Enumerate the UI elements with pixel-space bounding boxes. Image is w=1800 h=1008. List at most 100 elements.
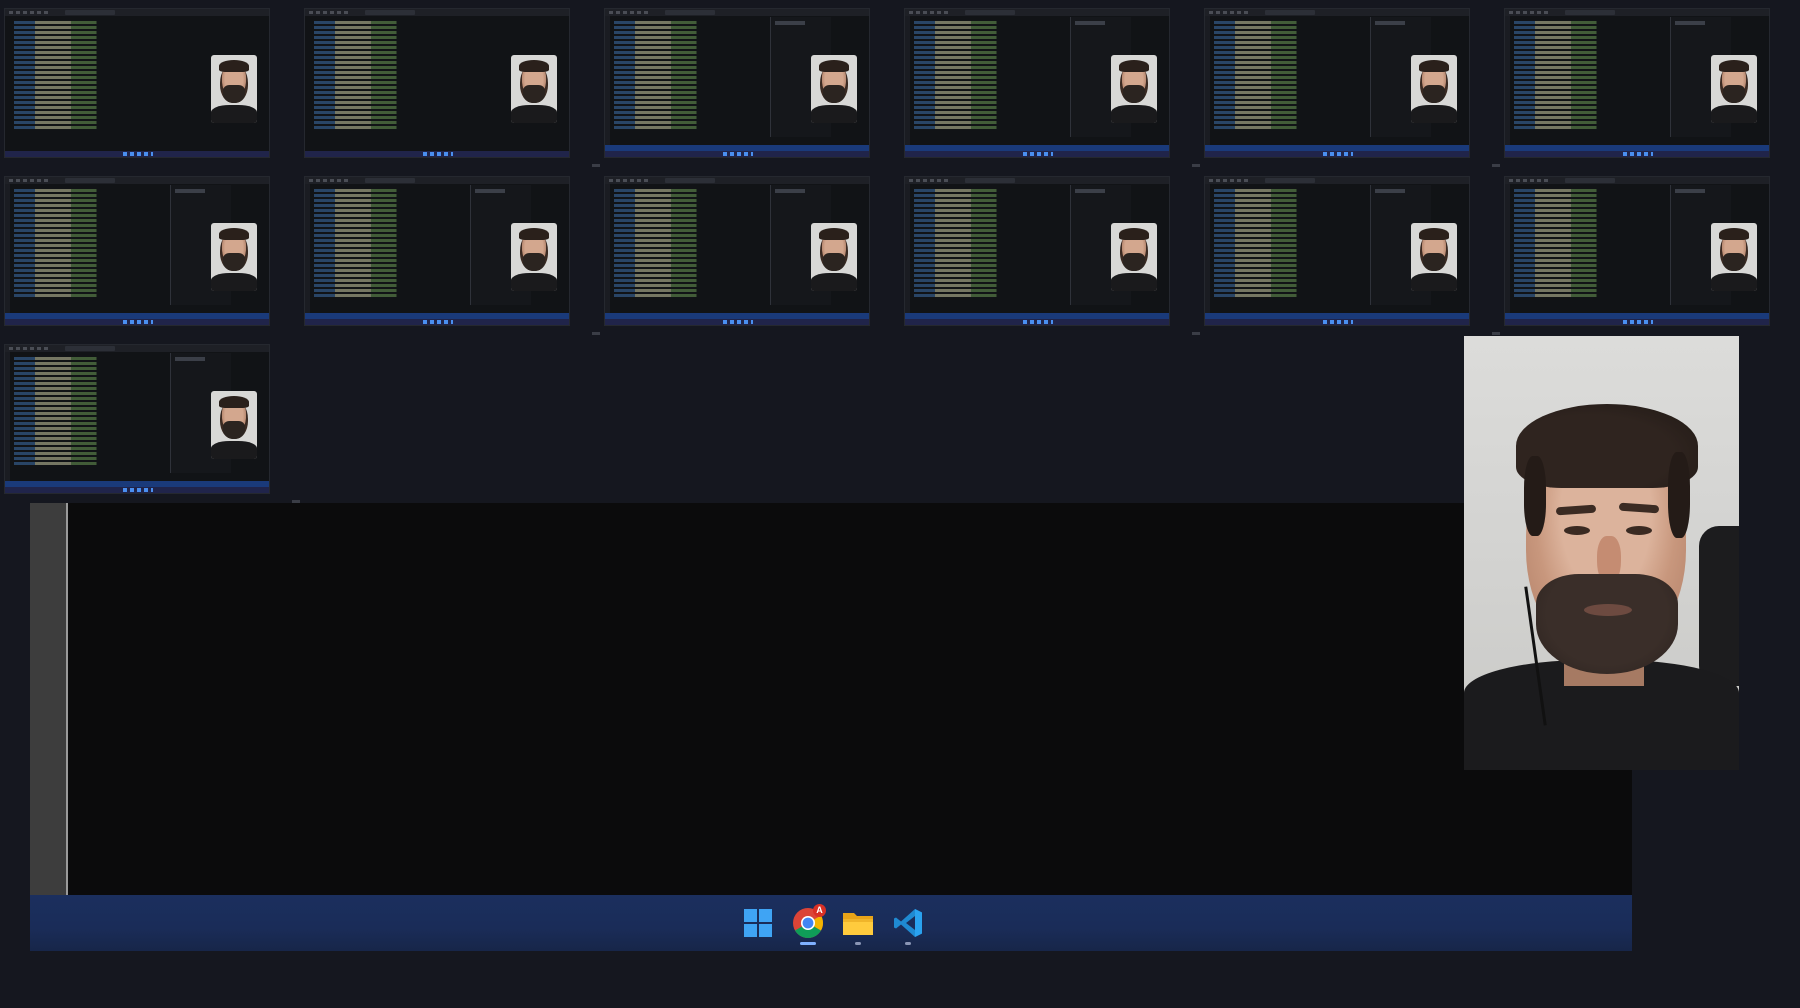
thumbnail-taskbar [5,151,269,157]
thumbnail-code [14,21,164,131]
editor-gutter-divider [66,503,68,895]
divider [592,164,600,167]
thumbnail-titlebar [1505,9,1769,16]
thumbnail-10[interactable] [904,176,1170,326]
thumbnail-sidebar [1505,16,1510,147]
thumbnail-webcam [1111,55,1157,123]
editor-gutter [30,503,66,895]
thumbnail-taskbar [605,319,869,325]
thumbnail-sidebar [1205,16,1210,147]
chrome-notification-badge: A [813,904,826,917]
thumbnail-sidebar [1505,184,1510,315]
thumbnail-titlebar [305,9,569,16]
thumbnail-code [14,189,164,299]
divider [1192,332,1200,335]
thumbnail-webcam [211,223,257,291]
thumbnail-taskbar [1205,319,1469,325]
thumbnail-webcam [1711,223,1757,291]
vscode-button[interactable] [888,903,928,945]
thumbnail-titlebar [1205,9,1469,16]
thumbnail-webcam [1711,55,1757,123]
thumbnail-code [1514,189,1664,299]
divider [1492,164,1500,167]
thumbnail-6[interactable] [1504,8,1770,158]
thumbnail-code [1214,189,1364,299]
file-explorer-icon [843,913,873,935]
thumbnail-titlebar [905,9,1169,16]
thumbnail-taskbar [1205,151,1469,157]
webcam-eye [1564,526,1590,535]
file-explorer-button[interactable] [838,903,878,945]
thumbnail-code [614,21,764,131]
thumbnail-sidebar [1205,184,1210,315]
thumbnail-7[interactable] [4,176,270,326]
windows-start-icon [744,909,772,937]
thumbnail-taskbar [305,319,569,325]
thumbnail-titlebar [5,177,269,184]
webcam-hair-side [1524,456,1546,536]
thumbnail-3[interactable] [604,8,870,158]
thumbnail-taskbar [1505,151,1769,157]
thumbnail-sidebar [605,184,610,315]
thumbnail-9[interactable] [604,176,870,326]
webcam-mouth [1584,604,1632,616]
thumbnail-sidebar [905,184,910,315]
thumbnail-titlebar [605,9,869,16]
divider [592,332,600,335]
chrome-button[interactable]: A [788,903,828,945]
thumbnail-13[interactable] [4,344,270,494]
taskbar: A [30,895,1632,951]
thumbnail-code [1214,21,1364,131]
thumbnail-sidebar [5,352,10,483]
thumbnail-titlebar [5,345,269,352]
thumbnail-code [614,189,764,299]
thumbnail-titlebar [905,177,1169,184]
webcam-hair-side [1668,452,1690,538]
thumbnail-code [914,189,1064,299]
webcam-chair [1699,526,1739,686]
thumbnail-code [1514,21,1664,131]
main-editor-area[interactable] [30,503,1632,895]
thumbnail-sidebar [605,16,610,147]
thumbnail-webcam [1111,223,1157,291]
thumbnail-titlebar [605,177,869,184]
webcam-video [1464,336,1739,770]
thumbnail-2[interactable] [304,8,570,158]
thumbnail-webcam [811,55,857,123]
thumbnail-taskbar [905,151,1169,157]
windows-start-button[interactable] [738,903,778,943]
thumbnail-code [14,357,164,467]
webcam-beard [1536,574,1678,674]
thumbnail-taskbar [605,151,869,157]
thumbnail-sidebar [305,184,310,315]
thumbnail-webcam [1411,55,1457,123]
thumbnail-sidebar [905,16,910,147]
thumbnail-webcam [811,223,857,291]
thumbnail-taskbar [305,151,569,157]
thumbnail-taskbar [5,319,269,325]
thumbnail-webcam [511,223,557,291]
thumbnail-titlebar [305,177,569,184]
thumbnail-webcam [511,55,557,123]
thumbnail-titlebar [1505,177,1769,184]
thumbnail-webcam [211,391,257,459]
thumbnail-12[interactable] [1504,176,1770,326]
thumbnail-11[interactable] [1204,176,1470,326]
thumbnail-taskbar [905,319,1169,325]
thumbnail-4[interactable] [904,8,1170,158]
divider [1192,164,1200,167]
thumbnail-code [314,189,464,299]
thumbnail-5[interactable] [1204,8,1470,158]
divider [1492,332,1500,335]
vscode-icon [894,909,922,937]
thumbnail-code [914,21,1064,131]
thumbnail-webcam [211,55,257,123]
thumbnail-1[interactable] [4,8,270,158]
thumbnail-taskbar [1505,319,1769,325]
thumbnail-code [314,21,464,131]
thumbnail-sidebar [5,184,10,315]
webcam-eye [1626,526,1652,535]
thumbnail-8[interactable] [304,176,570,326]
thumbnail-taskbar [5,487,269,493]
thumbnail-webcam [1411,223,1457,291]
